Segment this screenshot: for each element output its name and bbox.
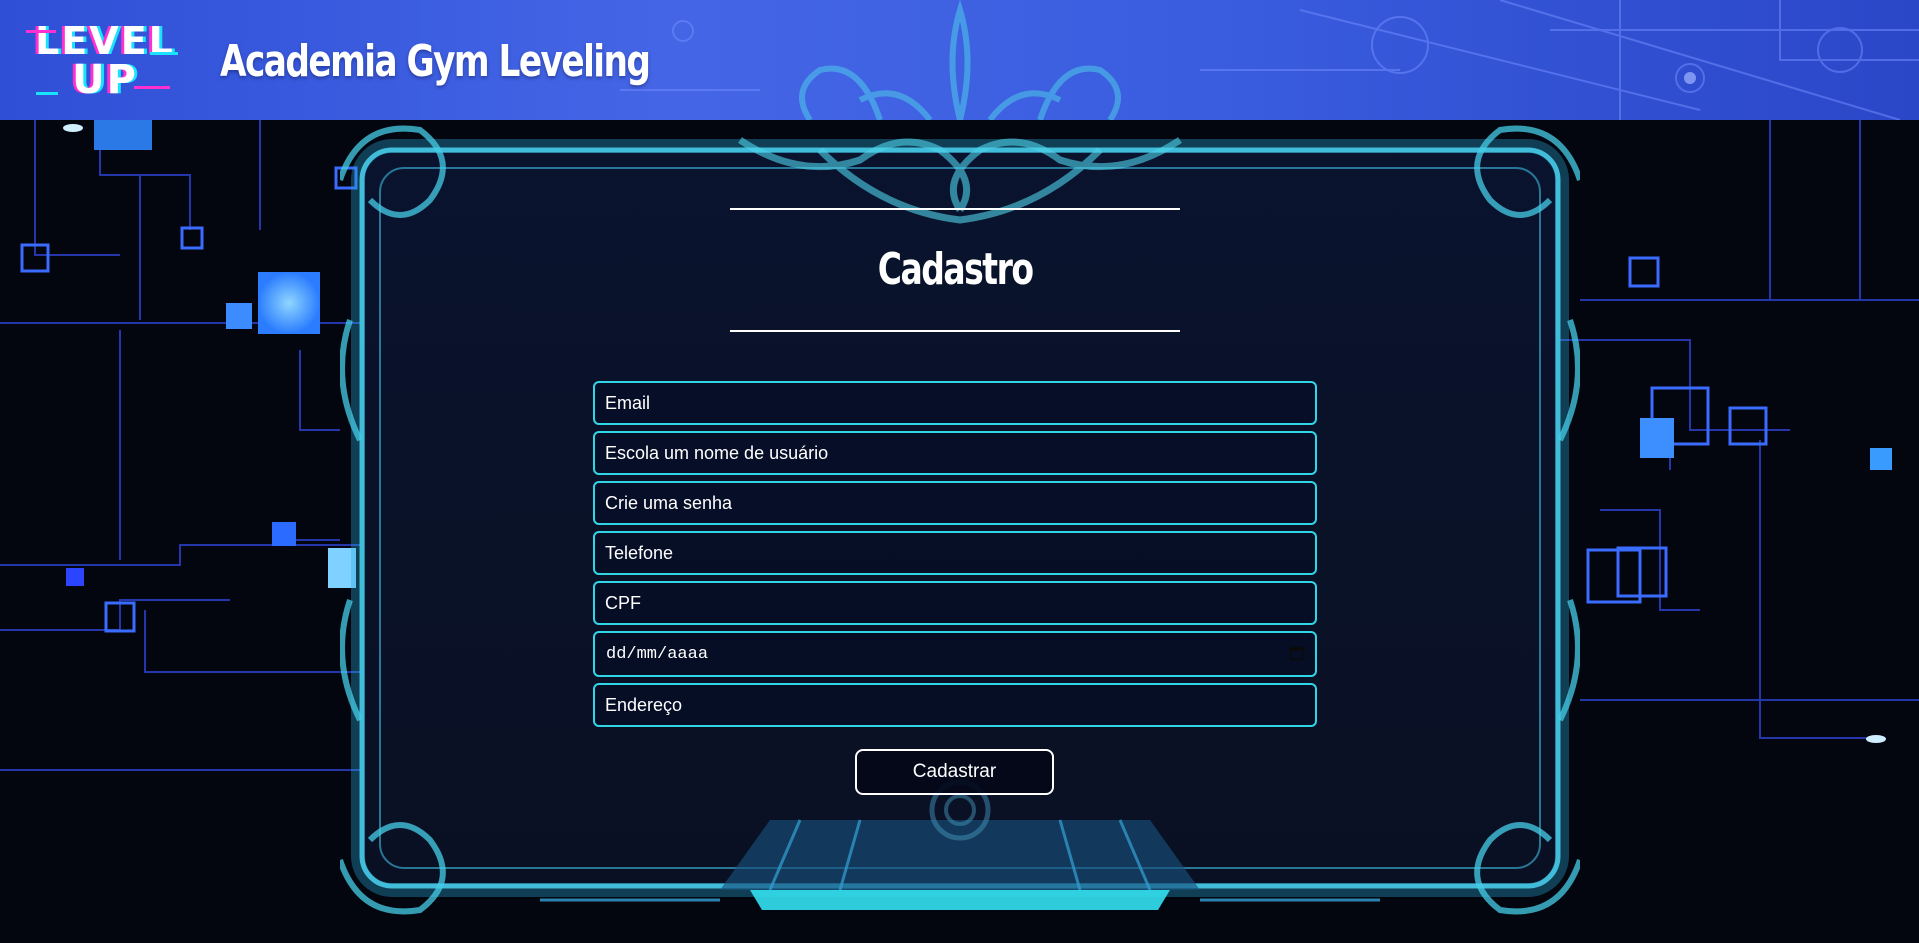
birthdate-field[interactable]: dd/mm/aaaa <box>593 631 1317 677</box>
calendar-icon[interactable] <box>1289 645 1305 661</box>
phone-field[interactable] <box>593 531 1317 575</box>
password-field[interactable] <box>593 481 1317 525</box>
address-field[interactable] <box>593 683 1317 727</box>
birthdate-value: dd/mm/aaaa <box>606 645 709 664</box>
heading-divider-top <box>730 208 1180 210</box>
registration-form: dd/mm/aaaa <box>593 381 1317 733</box>
register-button[interactable]: Cadastrar <box>855 749 1054 795</box>
username-field[interactable] <box>593 431 1317 475</box>
heading-divider-bottom <box>730 330 1180 332</box>
top-header: LEVEL UP Academia Gym Leveling <box>0 0 1919 120</box>
cpf-field[interactable] <box>593 581 1317 625</box>
site-title: Academia Gym Leveling <box>220 36 651 87</box>
heading-block: Cadastro <box>730 208 1180 332</box>
form-heading: Cadastro <box>877 244 1034 295</box>
level-up-logo[interactable]: LEVEL UP <box>26 22 180 106</box>
email-field[interactable] <box>593 381 1317 425</box>
